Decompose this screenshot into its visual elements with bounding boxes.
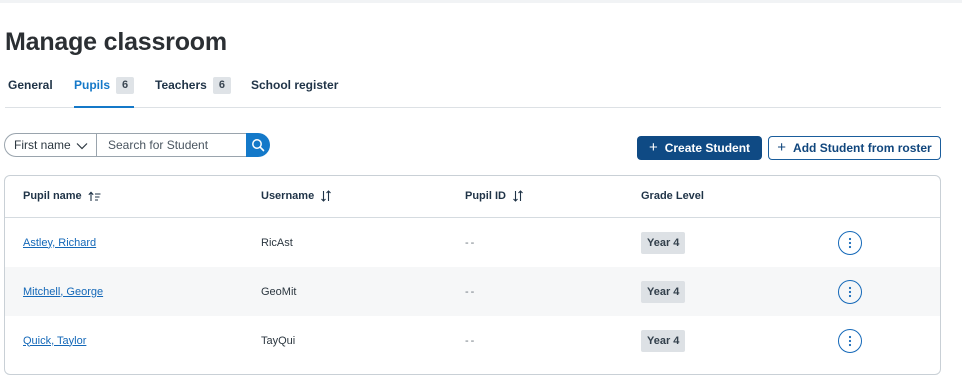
select-value: First name (14, 138, 71, 152)
username: TayQui (261, 334, 296, 347)
more-vertical-icon (848, 286, 852, 297)
grade-badge: Year 4 (641, 329, 686, 352)
table-row: Astley, Richard RicAst -- Year 4 (5, 218, 940, 267)
pupil-name-link[interactable]: Astley, Richard (23, 237, 96, 249)
sort-asc-icon[interactable] (88, 190, 101, 202)
pupil-name-link[interactable]: Mitchell, George (23, 286, 103, 298)
column-label: Pupil ID (465, 190, 506, 202)
tab-label: General (8, 78, 53, 92)
table-header: Pupil name Username Pupil ID Grade Level (5, 176, 940, 218)
pupil-name-link[interactable]: Quick, Taylor (23, 335, 86, 347)
tab-general[interactable]: General (8, 68, 53, 108)
column-header-pupil-name[interactable]: Pupil name (23, 190, 101, 202)
column-label: Pupil name (23, 190, 82, 202)
more-vertical-icon (848, 335, 852, 346)
tab-teachers[interactable]: Teachers 6 (155, 68, 231, 108)
create-student-button[interactable]: + Create Student (637, 136, 762, 160)
tab-bar: General Pupils 6 Teachers 6 School regis… (5, 68, 941, 108)
tab-label: Pupils (74, 78, 111, 92)
button-label: Add Student from roster (793, 141, 932, 155)
username: GeoMit (261, 285, 297, 298)
page-title: Manage classroom (5, 28, 227, 56)
tab-label: School register (251, 78, 339, 92)
count-badge: 6 (212, 77, 231, 94)
sort-icon[interactable] (320, 190, 332, 202)
column-label: Grade Level (641, 190, 704, 202)
column-header-grade-level: Grade Level (641, 190, 704, 202)
search-input[interactable] (96, 133, 246, 157)
column-header-pupil-id[interactable]: Pupil ID (465, 190, 524, 202)
pupil-id: -- (465, 236, 477, 249)
tab-school-register[interactable]: School register (251, 68, 338, 108)
grade-badge: Year 4 (641, 280, 686, 303)
search-field-select[interactable]: First name (4, 133, 96, 157)
row-actions-button[interactable] (838, 230, 862, 255)
search-button[interactable] (246, 133, 270, 157)
tab-label: Teachers (155, 78, 207, 92)
button-label: Create Student (664, 141, 751, 155)
username: RicAst (261, 236, 293, 249)
top-bar (0, 0, 962, 3)
sort-icon[interactable] (512, 190, 524, 202)
row-actions-button[interactable] (838, 328, 862, 353)
column-label: Username (261, 190, 315, 202)
add-student-from-roster-button[interactable]: + Add Student from roster (768, 136, 941, 160)
tab-pupils[interactable]: Pupils 6 (74, 68, 135, 108)
search-icon (252, 139, 265, 152)
row-actions-button[interactable] (838, 279, 862, 304)
pupil-id: -- (465, 334, 477, 347)
count-badge: 6 (116, 77, 135, 94)
grade-badge: Year 4 (641, 231, 686, 254)
pupil-id: -- (465, 285, 477, 298)
more-vertical-icon (848, 237, 852, 248)
column-header-username[interactable]: Username (261, 190, 332, 202)
table-row: Mitchell, George GeoMit -- Year 4 (5, 267, 940, 316)
plus-icon: + (777, 139, 787, 156)
search-group: First name (4, 133, 270, 157)
chevron-down-icon (76, 143, 88, 150)
table-row: Quick, Taylor TayQui -- Year 4 (5, 316, 940, 365)
pupils-table: Pupil name Username Pupil ID Grade Level… (4, 175, 941, 375)
plus-icon: + (648, 139, 658, 156)
